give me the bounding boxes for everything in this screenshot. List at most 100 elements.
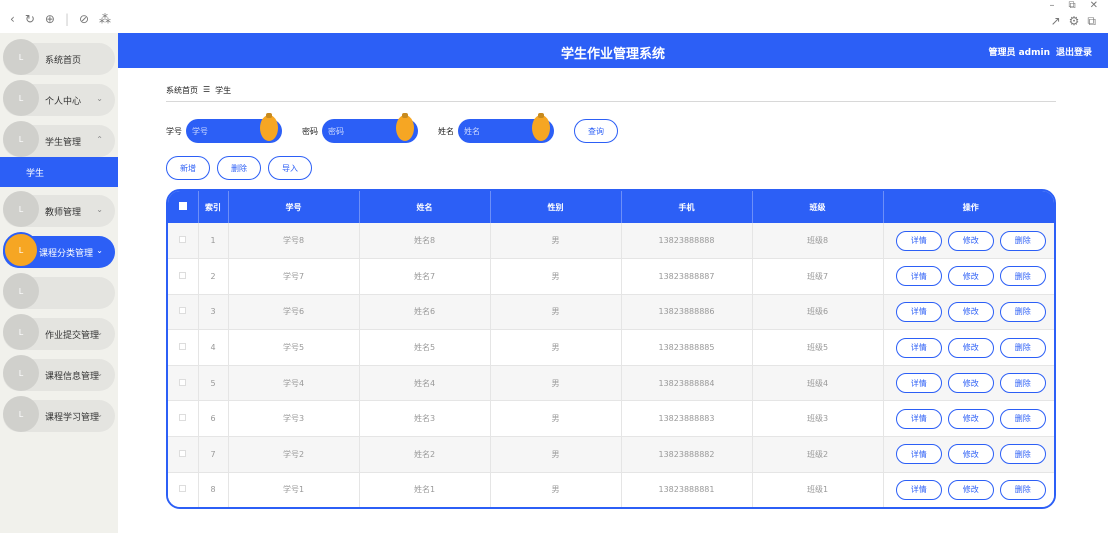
row-select-cell[interactable] xyxy=(168,365,199,402)
sidebar-item-profile[interactable]: L 个人中心 ⌄ xyxy=(3,80,115,116)
close-icon[interactable]: ✕ xyxy=(1090,0,1098,11)
edit-button[interactable]: 修改 xyxy=(947,266,994,287)
sidebar-knob-icon: L xyxy=(3,396,39,432)
sidebar-item-course-category[interactable]: L 课程分类管理 ⌄ xyxy=(3,232,115,268)
sidebar-subitem-student[interactable]: 学生 xyxy=(0,157,118,187)
row-class: 班级1 xyxy=(752,472,884,507)
sidebar-item-blank[interactable]: L xyxy=(3,273,115,309)
edit-button[interactable]: 修改 xyxy=(947,479,994,500)
delete-button[interactable]: 删除 xyxy=(217,156,261,180)
search-bar: 学号 密码 姓名 查询 xyxy=(166,113,618,144)
share-icon[interactable]: ↗ xyxy=(1051,14,1061,29)
query-button[interactable]: 查询 xyxy=(574,119,618,143)
student-id-input[interactable] xyxy=(192,123,262,139)
row-student-id: 学号7 xyxy=(228,258,360,295)
row-checkbox[interactable] xyxy=(179,414,187,422)
chevron-down-icon: ⌄ xyxy=(96,410,103,419)
row-class: 班级6 xyxy=(752,294,884,331)
edit-button[interactable]: 修改 xyxy=(947,373,994,394)
top-header: 学生作业管理系统 管理员 admin 退出登录 xyxy=(118,33,1108,68)
row-checkbox[interactable] xyxy=(179,449,187,457)
password-label: 密码 xyxy=(302,126,318,136)
detail-button[interactable]: 详情 xyxy=(895,337,942,358)
maximize-icon[interactable]: ⧉ xyxy=(1068,0,1075,11)
sidebar-item-home[interactable]: L 系统首页 xyxy=(3,39,115,75)
logout-link[interactable]: 退出登录 xyxy=(1056,45,1092,58)
breadcrumb-home[interactable]: 系统首页 xyxy=(166,85,198,96)
grid-icon[interactable]: ⁂ xyxy=(99,12,111,26)
row-select-cell[interactable] xyxy=(168,472,199,507)
row-checkbox[interactable] xyxy=(179,343,187,351)
row-delete-button[interactable]: 删除 xyxy=(999,444,1046,465)
extension-icon[interactable]: ⚙ xyxy=(1069,14,1080,29)
row-operations: 详情 修改 删除 xyxy=(883,258,1054,295)
row-index: 3 xyxy=(198,294,229,331)
row-name: 姓名2 xyxy=(359,436,491,473)
sidebar-item-label: 个人中心 xyxy=(45,97,82,107)
sidebar-item-label: 课程学习管理 xyxy=(45,413,100,423)
detail-button[interactable]: 详情 xyxy=(895,266,942,287)
row-select-cell[interactable] xyxy=(168,294,199,331)
row-class: 班级2 xyxy=(752,436,884,473)
table-row: 7 学号2 姓名2 男 13823888882 班级2 详情 修改 删除 xyxy=(168,436,1054,473)
row-delete-button[interactable]: 删除 xyxy=(999,373,1046,394)
row-checkbox[interactable] xyxy=(179,271,187,279)
sidebar: L 系统首页 L 个人中心 ⌄ L 学生管理 ⌃ 学生 L 教师管理 ⌄ L 课… xyxy=(0,33,118,533)
add-button[interactable]: 新增 xyxy=(166,156,210,180)
sidebar-knob-icon: L xyxy=(3,355,39,391)
detail-button[interactable]: 详情 xyxy=(895,479,942,500)
minimize-icon[interactable]: – xyxy=(1049,0,1054,11)
refresh-icon[interactable]: ↻ xyxy=(25,12,35,26)
row-index: 2 xyxy=(198,258,229,295)
edit-button[interactable]: 修改 xyxy=(947,230,994,251)
row-class: 班级4 xyxy=(752,365,884,402)
row-delete-button[interactable]: 删除 xyxy=(999,337,1046,358)
row-gender: 男 xyxy=(490,436,622,473)
name-field xyxy=(458,113,554,143)
row-name: 姓名6 xyxy=(359,294,491,331)
row-delete-button[interactable]: 删除 xyxy=(999,230,1046,251)
select-all-checkbox[interactable] xyxy=(178,202,187,210)
sidebar-item-teacher-mgmt[interactable]: L 教师管理 ⌄ xyxy=(3,191,115,227)
row-operations: 详情 修改 删除 xyxy=(883,294,1054,331)
row-delete-button[interactable]: 删除 xyxy=(999,408,1046,429)
row-checkbox[interactable] xyxy=(179,485,187,493)
copy-icon[interactable]: ⧉ xyxy=(1087,14,1096,29)
row-select-cell[interactable] xyxy=(168,436,199,473)
detail-button[interactable]: 详情 xyxy=(895,408,942,429)
row-checkbox[interactable] xyxy=(179,378,187,386)
edit-button[interactable]: 修改 xyxy=(947,444,994,465)
row-delete-button[interactable]: 删除 xyxy=(999,301,1046,322)
globe-icon[interactable]: ⊕ xyxy=(45,12,55,26)
action-bar: 新增 删除 导入 xyxy=(166,156,312,180)
select-all-cell[interactable] xyxy=(168,191,199,223)
row-checkbox[interactable] xyxy=(179,236,187,244)
row-checkbox[interactable] xyxy=(179,307,187,315)
row-delete-button[interactable]: 删除 xyxy=(999,479,1046,500)
row-operations: 详情 修改 删除 xyxy=(883,436,1054,473)
sidebar-item-course-study[interactable]: L 课程学习管理 ⌄ xyxy=(3,396,115,432)
link-icon[interactable]: ⊘ xyxy=(79,12,89,26)
edit-button[interactable]: 修改 xyxy=(947,337,994,358)
detail-button[interactable]: 详情 xyxy=(895,444,942,465)
sidebar-item-course-info[interactable]: L 课程信息管理 ⌄ xyxy=(3,355,115,391)
row-select-cell[interactable] xyxy=(168,223,199,260)
sidebar-item-student-mgmt[interactable]: L 学生管理 ⌃ xyxy=(3,121,115,157)
detail-button[interactable]: 详情 xyxy=(895,230,942,251)
sidebar-item-homework-submit[interactable]: L 作业提交管理 ⌄ xyxy=(3,314,115,350)
sidebar-knob-icon: L xyxy=(3,191,39,227)
row-select-cell[interactable] xyxy=(168,400,199,438)
edit-button[interactable]: 修改 xyxy=(947,408,994,429)
name-input[interactable] xyxy=(464,123,534,139)
back-icon[interactable]: ‹ xyxy=(10,12,15,26)
row-select-cell[interactable] xyxy=(168,258,199,295)
column-header: 操作 xyxy=(962,202,979,212)
row-select-cell[interactable] xyxy=(168,329,199,366)
import-button[interactable]: 导入 xyxy=(268,156,312,180)
detail-button[interactable]: 详情 xyxy=(895,301,942,322)
edit-button[interactable]: 修改 xyxy=(947,301,994,322)
password-input[interactable] xyxy=(328,123,398,139)
column-header: 班级 xyxy=(752,191,884,223)
row-delete-button[interactable]: 删除 xyxy=(999,266,1046,287)
detail-button[interactable]: 详情 xyxy=(895,373,942,394)
